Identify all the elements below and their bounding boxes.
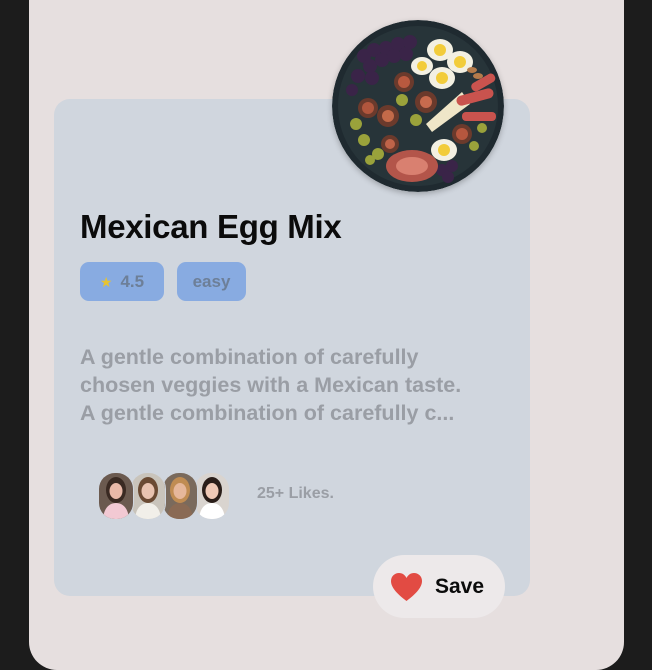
avatar-4 <box>194 472 230 520</box>
recipe-description: A gentle combination of carefully chosen… <box>80 343 510 427</box>
likes-count: 25+ Likes. <box>257 485 334 502</box>
food-plate-image <box>332 20 504 192</box>
avatar-3 <box>162 472 198 520</box>
avatar-1 <box>98 472 134 520</box>
difficulty-label: easy <box>192 271 231 291</box>
difficulty-badge: easy <box>177 262 246 301</box>
recipe-title: Mexican Egg Mix <box>80 208 342 245</box>
heart-icon <box>391 572 422 601</box>
description-line: A gentle combination of carefully c... <box>80 401 455 425</box>
rating-value: 4.5 <box>120 271 145 291</box>
rating-badge: ★ 4.5 <box>80 262 164 301</box>
avatar-2 <box>130 472 166 520</box>
star-icon: ★ <box>99 273 113 290</box>
description-line: chosen veggies with a Mexican taste. <box>80 373 462 397</box>
save-button[interactable]: Save <box>373 555 505 618</box>
save-label: Save <box>435 574 485 598</box>
description-line: A gentle combination of carefully <box>80 345 419 369</box>
